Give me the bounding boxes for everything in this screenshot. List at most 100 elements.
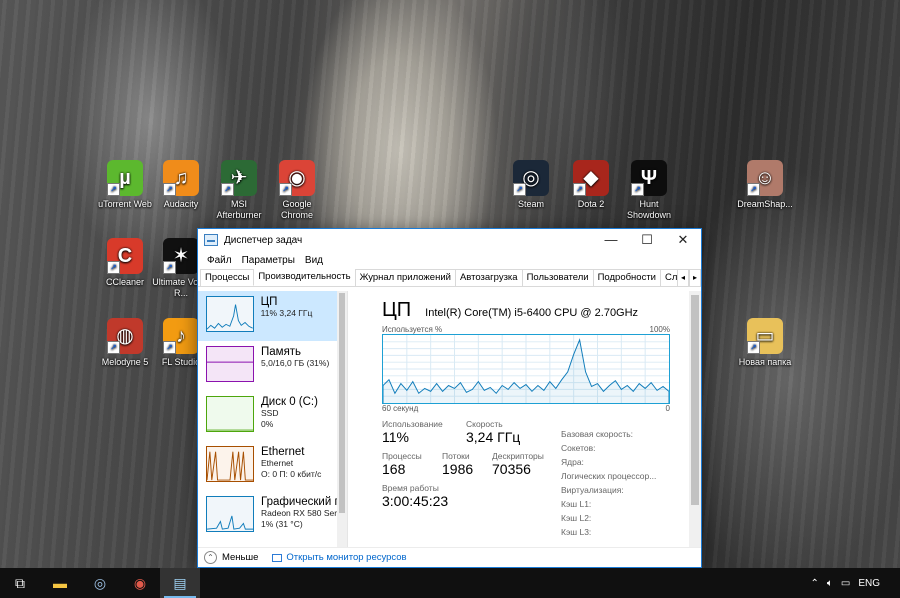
chevron-up-icon[interactable]: ⌃ — [204, 551, 217, 564]
sidebar-line1: Ethernet — [261, 458, 294, 468]
speaker-icon[interactable]: 🔈︎ — [827, 578, 833, 589]
sidebar-gpu[interactable]: Графический пр Radeon RX 580 Series 1% (31… — [198, 491, 347, 541]
usage-value: 11% — [382, 429, 409, 445]
uptime-label: Время работы — [382, 483, 439, 493]
desktop-shortcut[interactable]: ▭ Новая папка — [734, 318, 796, 368]
resource-thumbnail-graph — [206, 296, 254, 332]
desktop-shortcut-label: DreamShap... — [737, 199, 793, 209]
threads-label: Потоки — [442, 451, 470, 461]
desktop-shortcut[interactable]: ◎ Steam — [500, 160, 562, 210]
performance-body: ЦП 11% 3,24 ГГц Память 5,0/16,0 ГБ (31%) Дис… — [198, 291, 701, 547]
detail-base-speed: Базовая скорость: — [561, 429, 634, 439]
tab-bar: Процессы Производительность Журнал прило… — [198, 269, 701, 287]
sidebar-line2: О: 0 П: 0 кбит/с — [261, 469, 322, 479]
notification-icon[interactable]: ▭ — [841, 578, 850, 589]
window-titlebar[interactable]: Диспетчер задач — ☐ ✕ — [198, 229, 701, 251]
steam-icon: ◎ — [513, 160, 549, 196]
usage-label: Использование — [382, 419, 443, 429]
desktop-shortcut-label: Steam — [517, 199, 544, 209]
desktop-shortcut[interactable]: ☺ DreamShap... — [734, 160, 796, 210]
sidebar-scrollbar[interactable] — [337, 291, 347, 547]
handles-label: Дескрипторы — [492, 451, 544, 461]
sidebar-disk[interactable]: Диск 0 (C:) SSD 0% — [198, 391, 347, 441]
menu-options[interactable]: Параметры — [237, 255, 300, 266]
close-button[interactable]: ✕ — [665, 229, 701, 251]
window-footer: ⌃ Меньше Открыть монитор ресурсов — [198, 547, 701, 567]
menu-view[interactable]: Вид — [300, 255, 328, 266]
vocal-remover-icon: ✶ — [163, 238, 199, 274]
speed-value: 3,24 ГГц — [466, 429, 521, 445]
handles-value: 70356 — [492, 461, 531, 477]
tab-next-arrow[interactable]: ▸ — [689, 269, 701, 286]
cpu-details-list: Базовая скорость: Сокетов: Ядра: Логичес… — [561, 427, 656, 539]
utorrent-icon: µ — [107, 160, 143, 196]
sidebar-line1: Radeon RX 580 Series — [261, 508, 347, 518]
msi-afterburner-icon: ✈ — [221, 160, 257, 196]
desktop-shortcut[interactable]: ◆ Dota 2 — [560, 160, 622, 210]
desktop-shortcut[interactable]: ◉ Google Chrome — [266, 160, 328, 221]
steam-taskbar-icon[interactable]: ◎ — [80, 568, 120, 598]
cpu-model-name: Intel(R) Core(TM) i5-6400 CPU @ 2.70GHz — [425, 307, 639, 319]
folder-icon: ▭ — [747, 318, 783, 354]
maximize-button[interactable]: ☐ — [629, 229, 665, 251]
window-title: Диспетчер задач — [224, 234, 303, 246]
tab-app-history[interactable]: Журнал приложений — [354, 269, 456, 286]
resource-thumbnail-graph — [206, 396, 254, 432]
tab-prev-arrow[interactable]: ◂ — [677, 269, 689, 286]
task-view-icon[interactable]: ⧉ — [0, 568, 40, 598]
ccleaner-icon: C — [107, 238, 143, 274]
graph-label-max: 100% — [649, 325, 670, 334]
detail-virtualization: Виртуализация: — [561, 485, 624, 495]
sidebar-title: Графический пр — [261, 496, 347, 508]
tab-startup[interactable]: Автозагрузка — [454, 269, 523, 286]
desktop-shortcut[interactable]: ◍ Melodyne 5 — [94, 318, 156, 368]
tab-users[interactable]: Пользователи — [521, 269, 594, 286]
sidebar-cpu[interactable]: ЦП 11% 3,24 ГГц — [198, 291, 346, 341]
fl-studio-icon: ♪ — [163, 318, 199, 354]
resource-thumbnail-graph — [206, 346, 254, 382]
graph-label-usage: Используется % — [382, 325, 443, 334]
desktop-shortcut-label: Dota 2 — [577, 199, 605, 209]
desktop-shortcut-label: uTorrent Web — [98, 199, 152, 209]
minimize-button[interactable]: — — [593, 229, 629, 251]
sidebar-title: Ethernet — [261, 446, 305, 458]
fewer-details-button[interactable]: Меньше — [222, 552, 258, 563]
sidebar-line2: 1% (31 °C) — [261, 519, 303, 529]
language-indicator[interactable]: ENG — [858, 578, 880, 589]
desktop-shortcut[interactable]: ♫ Audacity — [150, 160, 212, 210]
graph-label-time: 60 секунд — [382, 404, 419, 413]
desktop-shortcut-label: Новая папка — [738, 357, 792, 367]
task-manager-taskbar-icon[interactable]: ▤ — [160, 568, 200, 598]
taskbar: ⧉ ▬ ◎ ◉ ▤ ⌃ 🔈︎ ▭ ENG — [0, 568, 900, 598]
tab-processes[interactable]: Процессы — [200, 269, 255, 286]
tab-details[interactable]: Подробности — [592, 269, 661, 286]
uptime-value: 3:00:45:23 — [382, 493, 449, 509]
processes-label: Процессы — [382, 451, 422, 461]
desktop-shortcut[interactable]: ✈ MSI Afterburner — [208, 160, 270, 221]
open-resource-monitor-link[interactable]: Открыть монитор ресурсов — [286, 552, 406, 563]
menu-file[interactable]: Файл — [202, 255, 237, 266]
sidebar-title: Память — [261, 346, 302, 358]
task-manager-window[interactable]: Диспетчер задач — ☐ ✕ Файл Параметры Вид… — [197, 228, 702, 568]
audacity-icon: ♫ — [163, 160, 199, 196]
file-explorer-icon[interactable]: ▬ — [40, 568, 80, 598]
sidebar-ethernet[interactable]: Ethernet Ethernet О: 0 П: 0 кбит/с — [198, 441, 347, 491]
main-scrollbar[interactable] — [689, 291, 701, 547]
chevron-up-icon[interactable]: ⌃ — [810, 578, 818, 589]
sidebar-line1: 5,0/16,0 ГБ (31%) — [261, 358, 330, 368]
cpu-detail-panel: ЦП Intel(R) Core(TM) i5-6400 CPU @ 2.70G… — [348, 291, 701, 547]
resource-thumbnail-graph — [206, 496, 254, 532]
sidebar-title: Диск 0 (C:) — [261, 396, 318, 408]
cpu-usage-graph — [382, 334, 670, 404]
chrome-taskbar-icon[interactable]: ◉ — [120, 568, 160, 598]
desktop-shortcut[interactable]: µ uTorrent Web — [94, 160, 156, 210]
desktop-shortcut-label: CCleaner — [105, 277, 145, 287]
desktop-shortcut[interactable]: Ψ Hunt Showdown — [618, 160, 680, 221]
tab-performance[interactable]: Производительность — [253, 269, 356, 286]
dreamshaper-icon: ☺ — [747, 160, 783, 196]
desktop-shortcut[interactable]: C CCleaner — [94, 238, 156, 288]
detail-cache-l2: Кэш L2: — [561, 513, 592, 523]
dota2-icon: ◆ — [573, 160, 609, 196]
sidebar-memory[interactable]: Память 5,0/16,0 ГБ (31%) — [198, 341, 347, 391]
detail-sockets: Сокетов: — [561, 443, 596, 453]
